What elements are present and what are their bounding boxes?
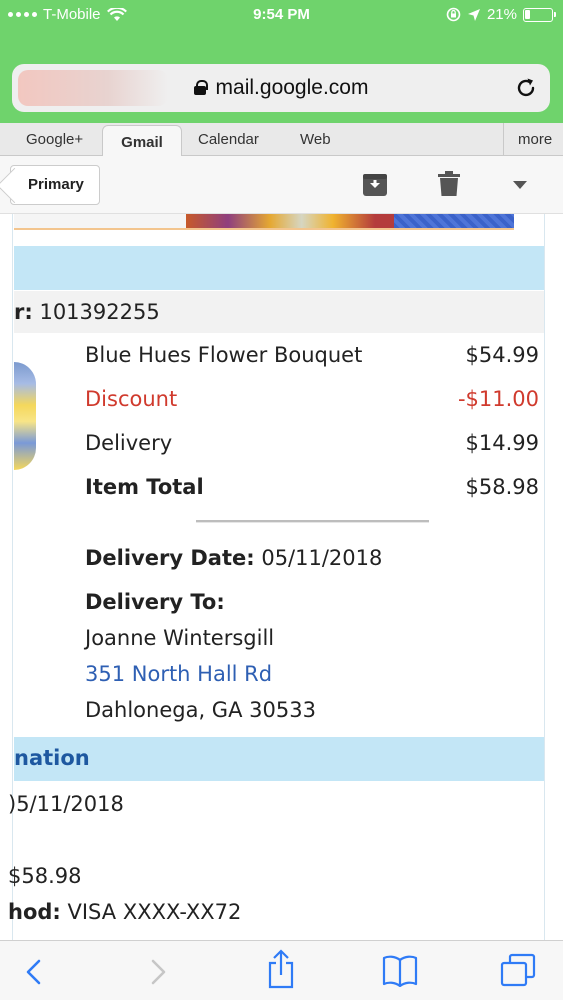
status-right: 21% [446,6,556,23]
tab-google-plus[interactable]: Google+ [26,131,83,148]
delivery-to-label: Delivery To: [85,590,225,614]
email-body[interactable]: r: 101392255 Blue Hues Flower Bouquet $5… [0,214,563,940]
divider [196,520,429,523]
rotation-lock-icon [446,7,461,22]
battery-icon [523,7,556,22]
banner-flowers [186,214,396,228]
address-link[interactable]: 351 North Hall Rd [85,662,272,686]
tab-more[interactable]: more [503,123,563,156]
back-to-primary-button[interactable]: Primary [10,165,100,205]
tab-web[interactable]: Web [300,131,331,148]
address-bar[interactable]: mail.google.com [12,64,550,112]
delivery-date: 05/11/2018 [261,546,383,570]
order-number-label: r: [14,300,33,324]
banner-blue-panel [394,214,514,228]
item-total-price: $58.98 [465,475,539,499]
lock-icon [193,80,208,95]
order-number-row: r: 101392255 [14,291,544,333]
archive-icon[interactable] [362,171,388,197]
header-band [14,246,544,290]
tab-gmail[interactable]: Gmail [102,125,182,157]
trash-icon[interactable] [437,171,461,197]
frame-border-right [544,214,545,940]
status-bar: T-Mobile 9:54 PM 21% [0,0,563,30]
bouquet-thumbnail[interactable] [14,362,36,470]
tabs-icon[interactable] [500,953,536,987]
item-name: Blue Hues Flower Bouquet [85,343,363,367]
tab-calendar[interactable]: Calendar [198,131,259,148]
location-icon [467,8,480,21]
top-chrome: T-Mobile 9:54 PM 21% mail.google.com [0,0,563,123]
battery-percent: 21% [486,6,517,23]
google-app-tabs: Google+ Gmail Calendar Web more [0,123,563,157]
payment-method-row: hod: VISA XXXX-XX72 [8,900,241,924]
frame-border-left [12,214,13,940]
item-price: $54.99 [465,343,539,367]
address-city: Dahlonega, GA 30533 [85,698,316,722]
safari-bottom-toolbar [0,940,563,1000]
payment-date: )5/11/2018 [8,792,124,816]
bookmarks-icon[interactable] [382,955,418,987]
share-icon[interactable] [266,949,296,989]
reload-icon[interactable] [514,76,538,100]
back-button-label: Primary [28,176,84,193]
payment-method-label: hod: [8,900,61,924]
payment-total: $58.98 [8,864,82,888]
discount-label: Discount [85,387,178,411]
payment-method: VISA XXXX-XX72 [67,900,242,924]
discount-amount: -$11.00 [457,387,539,411]
item-total-label: Item Total [85,475,204,499]
url-text: mail.google.com [215,76,369,99]
url-field[interactable]: mail.google.com [12,76,550,100]
back-icon[interactable] [24,959,42,985]
dropdown-arrow-icon[interactable] [512,180,528,190]
recipient-name: Joanne Wintersgill [85,626,275,650]
forward-icon[interactable] [150,959,168,985]
section-band [14,737,544,781]
delivery-date-row: Delivery Date: 05/11/2018 [85,546,382,570]
delivery-label: Delivery [85,431,173,455]
banner-image [14,214,514,230]
order-number: 101392255 [39,300,160,324]
delivery-price: $14.99 [465,431,539,455]
battery-level [525,9,530,19]
section-title: nation [14,746,90,770]
delivery-date-label: Delivery Date: [85,546,255,570]
mail-toolbar: Primary [0,156,563,214]
